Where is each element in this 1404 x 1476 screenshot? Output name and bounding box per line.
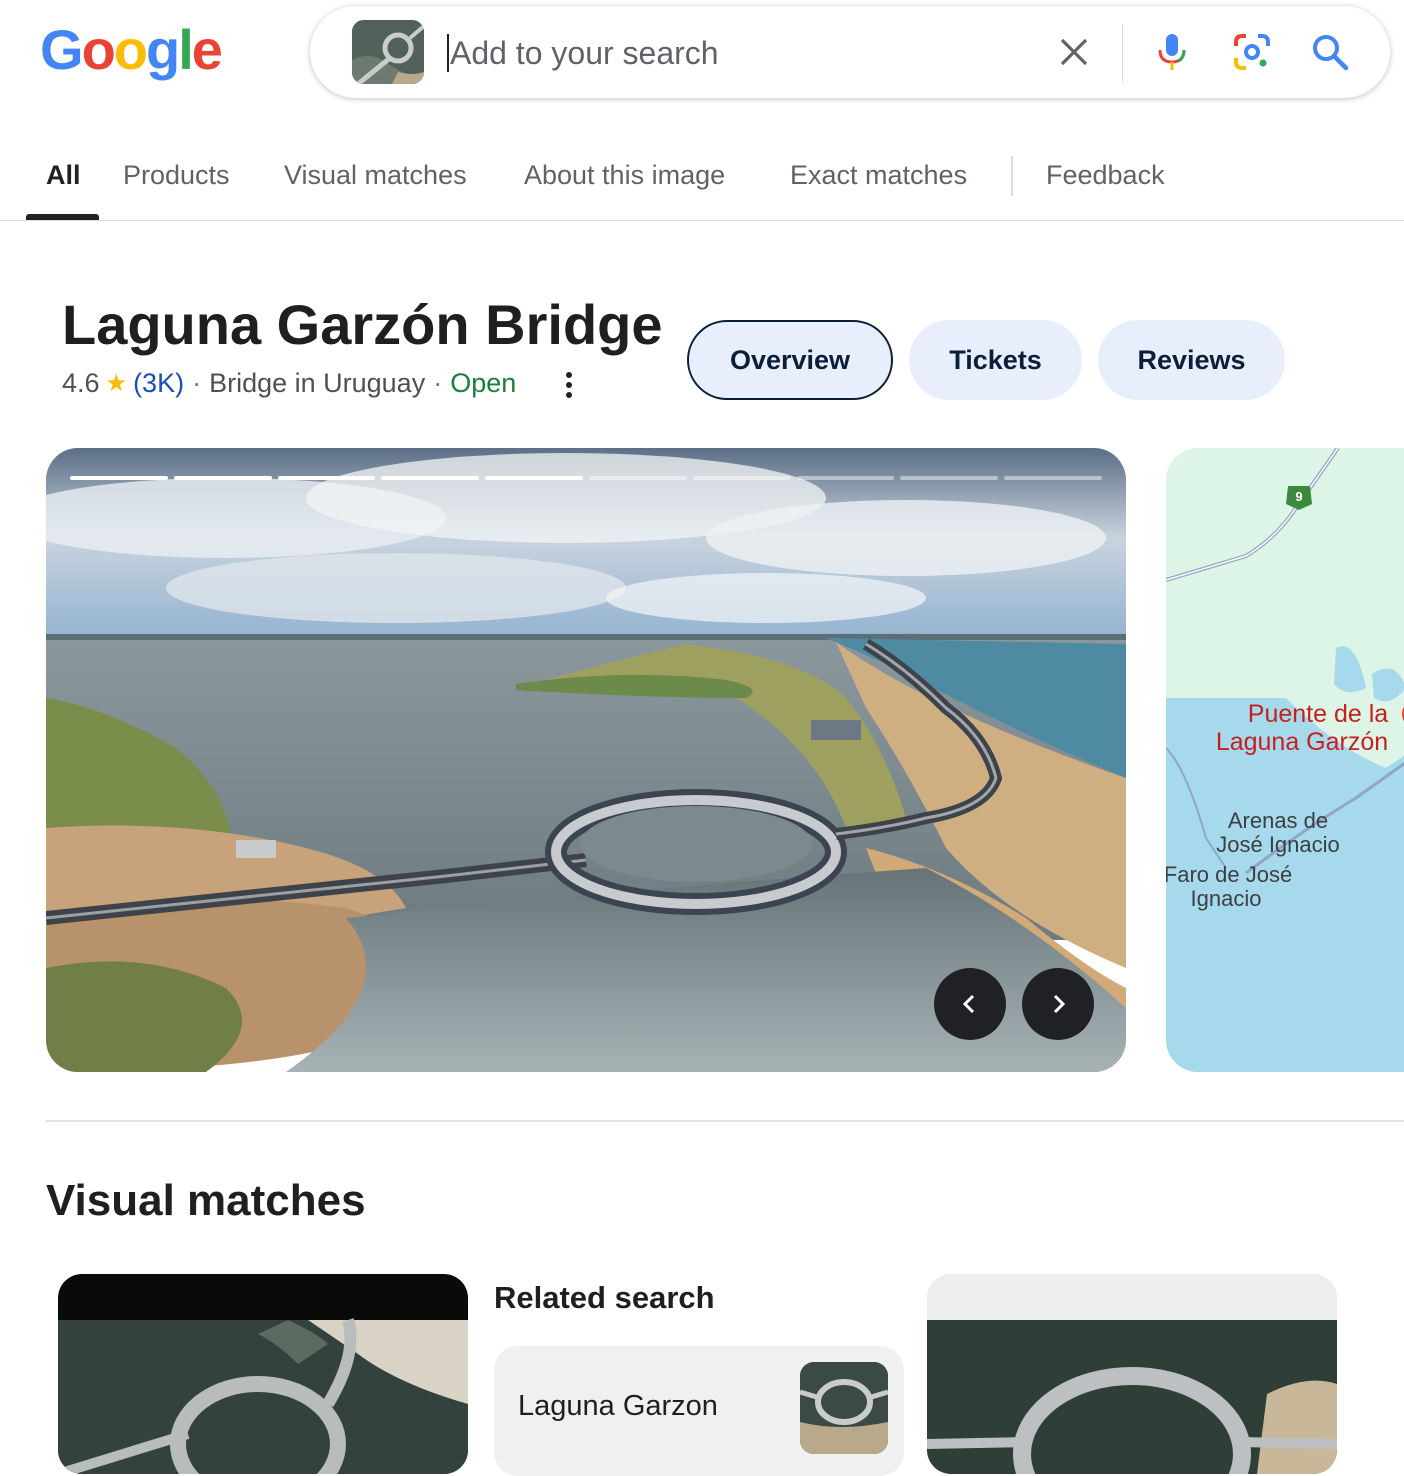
map-label-faro-1: Faro de José bbox=[1166, 862, 1292, 887]
map-place-label-2: Laguna Garzón bbox=[1216, 728, 1388, 756]
slide-progress-segment bbox=[796, 476, 895, 480]
related-search-thumbnail bbox=[800, 1362, 888, 1454]
map-label-arenas-2: José Ignacio bbox=[1216, 832, 1340, 857]
slide-progress-segment bbox=[485, 476, 583, 480]
tab-separator bbox=[1011, 156, 1013, 196]
search-bar bbox=[310, 6, 1390, 98]
chevron-right-icon bbox=[1053, 994, 1066, 1014]
visual-match-image bbox=[58, 1274, 468, 1474]
entity-category: Bridge in Uruguay bbox=[209, 368, 426, 398]
tab-visual-matches[interactable]: Visual matches bbox=[284, 160, 467, 191]
tab-products[interactable]: Products bbox=[123, 160, 230, 191]
rating-value: 4.6 bbox=[62, 368, 100, 398]
visual-match-card[interactable] bbox=[58, 1274, 468, 1474]
more-options-icon[interactable] bbox=[556, 370, 582, 400]
logo-letter-o1: o bbox=[81, 18, 116, 81]
search-input[interactable] bbox=[448, 30, 1032, 76]
review-count-link[interactable]: (3K) bbox=[133, 368, 184, 399]
active-tab-indicator bbox=[26, 214, 99, 220]
tab-all[interactable]: All bbox=[46, 160, 81, 191]
slide-progress-segment bbox=[692, 476, 791, 480]
separator-dot: · bbox=[192, 368, 202, 398]
separator-dot: · bbox=[433, 368, 443, 398]
map-label-arenas-1: Arenas de bbox=[1228, 808, 1328, 833]
lens-icon[interactable] bbox=[1232, 32, 1272, 72]
visual-matches-heading: Visual matches bbox=[46, 1176, 366, 1225]
search-image-thumbnail[interactable] bbox=[352, 20, 424, 84]
related-search-card[interactable]: Laguna Garzon bbox=[494, 1346, 904, 1476]
tab-about-this-image[interactable]: About this image bbox=[524, 160, 725, 191]
slide-progress-segment bbox=[277, 476, 376, 480]
carousel-next-button[interactable] bbox=[1022, 968, 1094, 1040]
entity-title: Laguna Garzón Bridge bbox=[62, 293, 663, 356]
map-place-label-1: Puente de la bbox=[1248, 700, 1388, 728]
search-icon[interactable] bbox=[1310, 32, 1350, 72]
mic-icon[interactable] bbox=[1152, 32, 1192, 72]
slide-progress-segment bbox=[900, 476, 999, 480]
section-divider bbox=[46, 1120, 1404, 1122]
search-tabs: All Products Visual matches About this i… bbox=[0, 140, 1404, 221]
slide-progress-segment bbox=[1004, 476, 1102, 480]
entity-subtitle: 4.6 ★ (3K) · Bridge in Uruguay · Open bbox=[62, 368, 516, 399]
related-search-heading: Related search bbox=[494, 1280, 715, 1315]
star-icon: ★ bbox=[105, 370, 128, 397]
google-logo[interactable]: Google bbox=[40, 18, 223, 81]
slide-progress bbox=[70, 476, 1102, 480]
image-carousel[interactable] bbox=[46, 448, 1126, 1072]
route-shield-label: 9 bbox=[1295, 489, 1302, 504]
logo-letter-l: l bbox=[178, 18, 194, 81]
chip-overview[interactable]: Overview bbox=[687, 320, 893, 400]
location-map[interactable]: 9 Puente de la Laguna Garzón Arenas de J… bbox=[1166, 448, 1404, 1072]
logo-letter-g2: g bbox=[146, 18, 180, 81]
tab-feedback[interactable]: Feedback bbox=[1046, 160, 1165, 191]
slide-progress-segment bbox=[381, 476, 480, 480]
logo-letter-g: G bbox=[40, 18, 84, 81]
slide-progress-segment bbox=[588, 476, 687, 480]
chip-reviews[interactable]: Reviews bbox=[1098, 320, 1285, 400]
close-icon[interactable] bbox=[1054, 32, 1094, 72]
slide-progress-segment bbox=[70, 476, 168, 480]
map-label-faro-2: Ignacio bbox=[1191, 886, 1262, 911]
slide-progress-segment bbox=[173, 476, 272, 480]
related-search-label: Laguna Garzon bbox=[518, 1390, 718, 1422]
visual-match-card[interactable] bbox=[927, 1274, 1337, 1474]
visual-match-image bbox=[927, 1274, 1337, 1474]
search-divider bbox=[1122, 24, 1123, 82]
chevron-left-icon bbox=[962, 994, 975, 1014]
chip-tickets[interactable]: Tickets bbox=[909, 320, 1082, 400]
carousel-prev-button[interactable] bbox=[934, 968, 1006, 1040]
logo-letter-o2: o bbox=[113, 18, 148, 81]
open-status: Open bbox=[450, 368, 517, 398]
logo-letter-e: e bbox=[191, 18, 223, 81]
tab-exact-matches[interactable]: Exact matches bbox=[790, 160, 967, 191]
